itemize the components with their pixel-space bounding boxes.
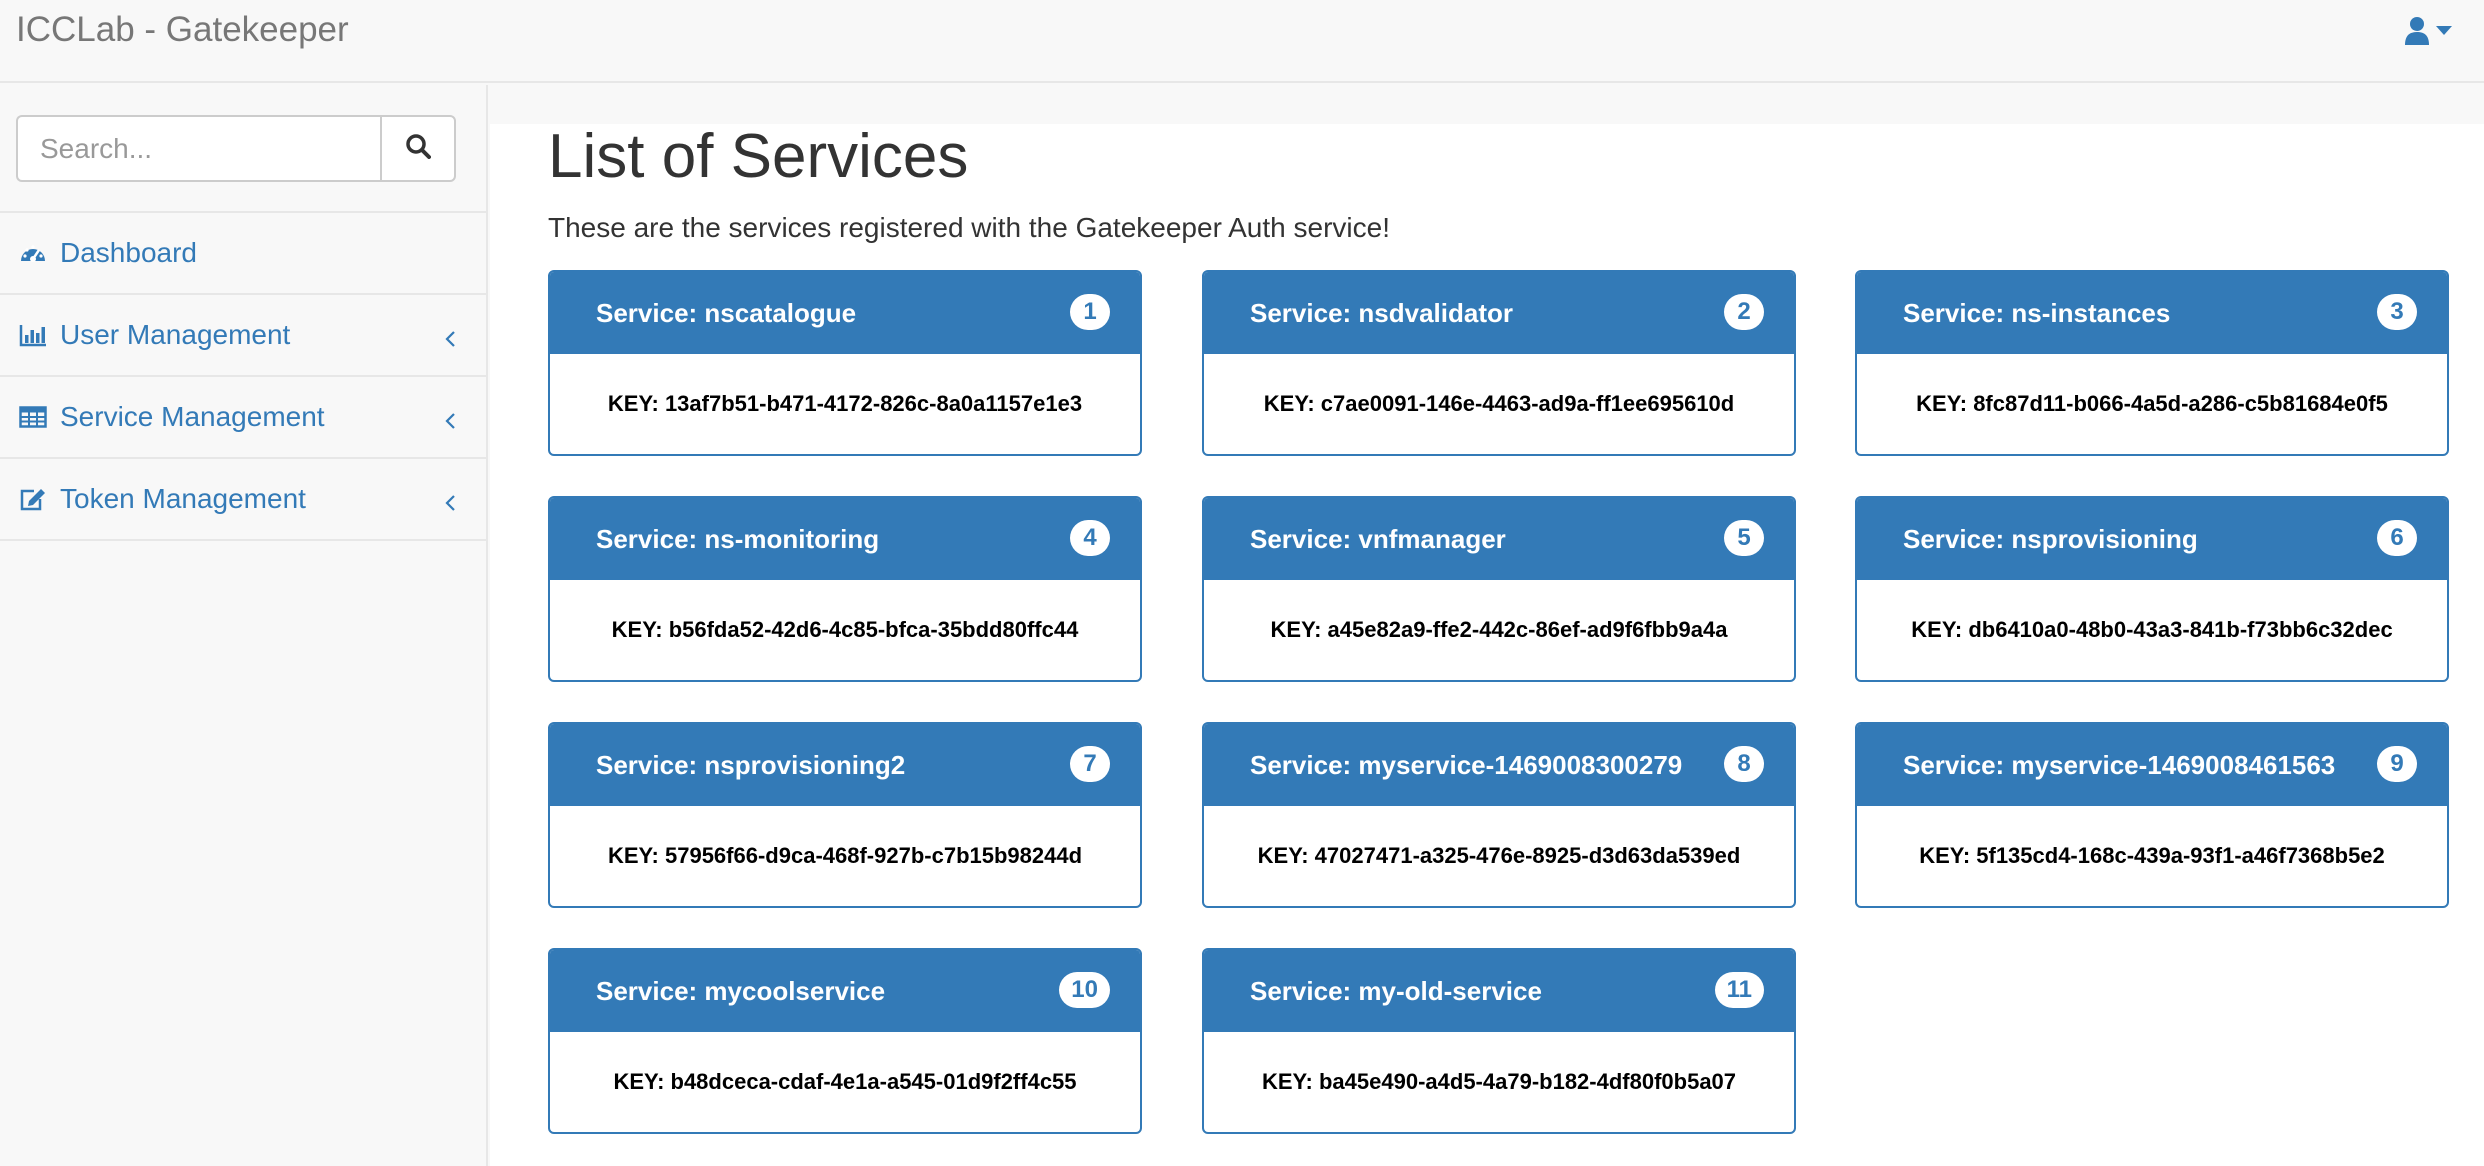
service-panel: Service: my-old-service 11 KEY: ba45e490… [1202, 948, 1796, 1134]
service-key: KEY: a45e82a9-ffe2-442c-86ef-ad9f6fbb9a4… [1270, 617, 1728, 642]
service-badge: 10 [1059, 972, 1110, 1008]
service-panel: Service: nsdvalidator 2 KEY: c7ae0091-14… [1202, 270, 1796, 456]
caret-down-icon [2436, 26, 2452, 36]
top-navbar: ICCLab - Gatekeeper [0, 0, 2484, 83]
chevron-left-icon [444, 323, 456, 355]
sidebar-item-user-management[interactable]: User Management [0, 295, 486, 377]
service-panel: Service: ns-monitoring 4 KEY: b56fda52-4… [548, 496, 1142, 682]
panel-heading: Service: ns-monitoring 4 [550, 498, 1140, 580]
service-key: KEY: 8fc87d11-b066-4a5d-a286-c5b81684e0f… [1916, 391, 2388, 416]
panel-heading: Service: myservice-1469008300279 8 [1204, 724, 1794, 806]
service-title: Service: myservice-1469008461563 [1903, 749, 2336, 780]
service-badge: 4 [1070, 520, 1110, 556]
sidebar-item-label: Dashboard [60, 237, 197, 268]
main-content: List of Services These are the services … [490, 124, 2484, 1166]
panel-heading: Service: nsprovisioning2 7 [550, 724, 1140, 806]
service-panel: Service: nscatalogue 1 KEY: 13af7b51-b47… [548, 270, 1142, 456]
service-panel: Service: nsprovisioning2 7 KEY: 57956f66… [548, 722, 1142, 908]
panel-heading: Service: myservice-1469008461563 9 [1857, 724, 2447, 806]
service-key: KEY: b56fda52-42d6-4c85-bfca-35bdd80ffc4… [611, 617, 1079, 642]
search-icon [405, 133, 431, 164]
panel-heading: Service: my-old-service 11 [1204, 950, 1794, 1032]
service-key: KEY: db6410a0-48b0-43a3-841b-f73bb6c32de… [1911, 617, 2393, 642]
service-title: Service: my-old-service [1250, 975, 1542, 1006]
service-badge: 9 [2377, 746, 2417, 782]
sidebar-item-token-management[interactable]: Token Management [0, 459, 486, 541]
service-title: Service: ns-monitoring [596, 523, 880, 554]
service-title: Service: ns-instances [1903, 297, 2171, 328]
sidebar-item-label: Token Management [60, 483, 306, 514]
service-title: Service: myservice-1469008300279 [1250, 749, 1683, 780]
search-input[interactable] [16, 115, 380, 182]
panel-heading: Service: nscatalogue 1 [550, 272, 1140, 354]
service-panel: Service: nsprovisioning 6 KEY: db6410a0-… [1855, 496, 2449, 682]
brand-title[interactable]: ICCLab - Gatekeeper [16, 10, 349, 50]
service-badge: 5 [1724, 520, 1764, 556]
panel-heading: Service: ns-instances 3 [1857, 272, 2447, 354]
chevron-left-icon [444, 405, 456, 437]
service-title: Service: nsdvalidator [1250, 297, 1513, 328]
service-panel: Service: mycoolservice 10 KEY: b48dceca-… [548, 948, 1142, 1134]
service-badge: 6 [2377, 520, 2417, 556]
panel-heading: Service: nsdvalidator 2 [1204, 272, 1794, 354]
service-key: KEY: 47027471-a325-476e-8925-d3d63da539e… [1257, 843, 1741, 868]
service-badge: 8 [1724, 746, 1764, 782]
side-nav: Dashboard User Management Service Manage… [0, 211, 486, 541]
panel-heading: Service: mycoolservice 10 [550, 950, 1140, 1032]
chevron-left-icon [444, 487, 456, 519]
service-panel: Service: myservice-1469008461563 9 KEY: … [1855, 722, 2449, 908]
service-panel: Service: ns-instances 3 KEY: 8fc87d11-b0… [1855, 270, 2449, 456]
sidebar-item-service-management[interactable]: Service Management [0, 377, 486, 459]
service-badge: 3 [2377, 294, 2417, 330]
edit-icon [18, 484, 48, 514]
service-badge: 1 [1070, 294, 1110, 330]
service-title: Service: vnfmanager [1250, 523, 1506, 554]
service-key: KEY: ba45e490-a4d5-4a79-b182-4df80f0b5a0… [1261, 1069, 1737, 1094]
service-key: KEY: 57956f66-d9ca-468f-927b-c7b15b98244… [607, 843, 1083, 868]
dashboard-icon [18, 238, 48, 268]
search-group [16, 115, 456, 182]
sidebar-item-dashboard[interactable]: Dashboard [0, 213, 486, 295]
service-title: Service: nsprovisioning [1903, 523, 2198, 554]
service-badge: 7 [1070, 746, 1110, 782]
service-panel: Service: myservice-1469008300279 8 KEY: … [1202, 722, 1796, 908]
panel-heading: Service: nsprovisioning 6 [1857, 498, 2447, 580]
bar-chart-icon [18, 320, 48, 350]
service-panel: Service: vnfmanager 5 KEY: a45e82a9-ffe2… [1202, 496, 1796, 682]
panel-heading: Service: vnfmanager 5 [1204, 498, 1794, 580]
sidebar-item-label: User Management [60, 319, 291, 350]
service-title: Service: nscatalogue [596, 297, 857, 328]
service-key: KEY: c7ae0091-146e-4463-ad9a-ff1ee695610… [1263, 391, 1735, 416]
page-description: These are the services registered with t… [548, 212, 1390, 243]
user-menu[interactable] [2404, 16, 2452, 46]
service-badge: 11 [1714, 972, 1764, 1008]
service-title: Service: nsprovisioning2 [596, 749, 906, 780]
service-key: KEY: 13af7b51-b471-4172-826c-8a0a1157e1e… [607, 391, 1083, 416]
sidebar: Dashboard User Management [0, 85, 488, 1166]
table-icon [18, 402, 48, 432]
service-badge: 2 [1724, 294, 1764, 330]
service-key: KEY: 5f135cd4-168c-439a-93f1-a46f7368b5e… [1919, 843, 2385, 868]
sidebar-item-label: Service Management [60, 401, 325, 432]
search-button[interactable] [380, 115, 456, 182]
page-title: List of Services [548, 122, 969, 191]
user-icon [2404, 16, 2430, 46]
service-title: Service: mycoolservice [596, 975, 886, 1006]
service-key: KEY: b48dceca-cdaf-4e1a-a545-01d9f2ff4c5… [613, 1069, 1077, 1094]
